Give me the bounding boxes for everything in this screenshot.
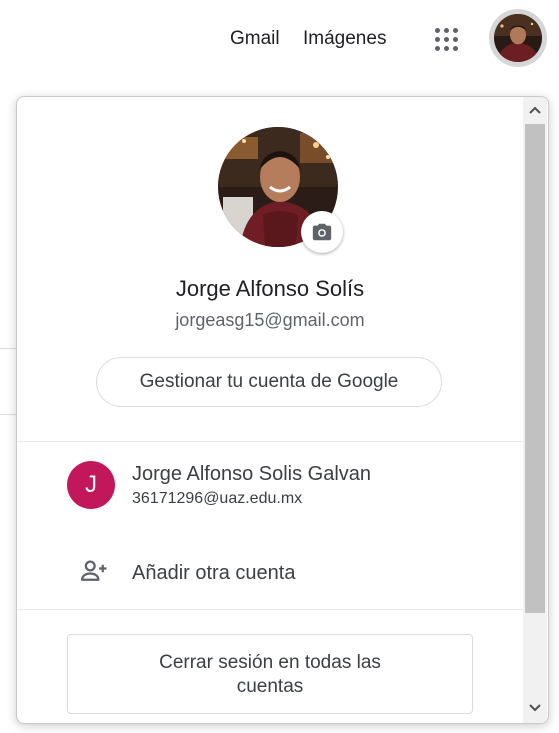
chevron-down-icon — [529, 704, 541, 712]
scroll-up-button[interactable] — [523, 99, 547, 121]
scroll-thumb[interactable] — [525, 124, 545, 613]
top-bar: Gmail Imágenes — [0, 0, 559, 80]
sign-out-all-button[interactable]: Cerrar sesión en todas las cuentas — [67, 634, 473, 714]
other-account-name: Jorge Alfonso Solis Galvan — [132, 463, 372, 485]
other-account-email: 36171296@uaz.edu.mx — [132, 490, 303, 507]
scrollbar[interactable] — [523, 97, 547, 723]
add-account-label: Añadir otra cuenta — [132, 562, 296, 584]
profile-name: Jorge Alfonso Solís — [175, 276, 365, 301]
divider — [17, 441, 523, 442]
gmail-link[interactable]: Gmail — [230, 28, 280, 50]
account-popup: Jorge Alfonso Solís jorgeasg15@gmail.com… — [16, 96, 549, 724]
background-divider — [0, 414, 16, 415]
scroll-down-button[interactable] — [523, 697, 547, 719]
apps-grid-icon[interactable] — [426, 20, 466, 60]
account-initial-avatar: J — [67, 461, 115, 509]
chevron-up-icon — [529, 106, 541, 114]
add-account-button[interactable]: Añadir otra cuenta — [17, 542, 523, 602]
change-photo-button[interactable] — [301, 211, 343, 253]
person-add-icon — [81, 560, 107, 581]
avatar — [494, 14, 542, 62]
divider — [17, 609, 523, 610]
profile-email: jorgeasg15@gmail.com — [175, 310, 365, 330]
other-account-item[interactable]: J Jorge Alfonso Solis Galvan 36171296@ua… — [17, 443, 523, 523]
account-avatar-button[interactable] — [489, 9, 547, 67]
background-divider — [0, 348, 16, 349]
images-link[interactable]: Imágenes — [303, 28, 386, 50]
camera-icon — [312, 223, 332, 241]
page: Gmail Imágenes Jorge Alfonso Solís jorge… — [0, 0, 559, 733]
manage-account-button[interactable]: Gestionar tu cuenta de Google — [96, 357, 442, 407]
